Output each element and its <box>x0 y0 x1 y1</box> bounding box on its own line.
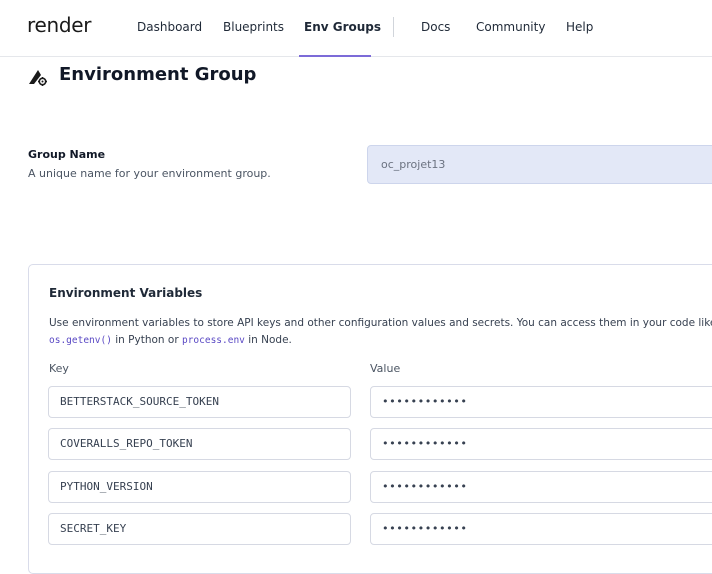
env-value-input[interactable]: •••••••••••• <box>370 428 712 460</box>
active-tab-indicator <box>299 55 371 57</box>
code-os-getenv: os.getenv() <box>49 335 112 346</box>
env-value-input[interactable]: •••••••••••• <box>370 471 712 503</box>
env-group-icon <box>29 70 47 86</box>
value-column-header: Value <box>370 362 401 375</box>
env-vars-title: Environment Variables <box>49 286 203 300</box>
group-name-label: Group Name <box>28 148 106 161</box>
code-process-env: process.env <box>181 335 245 346</box>
env-var-row: COVERALLS_REPO_TOKEN •••••••••••• <box>29 428 712 460</box>
key-column-header: Key <box>49 362 69 375</box>
nav-help[interactable]: Help <box>566 20 593 34</box>
env-vars-description-line2: os.getenv() in Python or process.env in … <box>49 332 712 349</box>
env-vars-description-line1: Use environment variables to store API k… <box>49 317 712 329</box>
env-key-input[interactable]: COVERALLS_REPO_TOKEN <box>48 428 351 460</box>
nav-blueprints[interactable]: Blueprints <box>223 20 284 34</box>
env-var-row: SECRET_KEY •••••••••••• <box>29 513 712 545</box>
nav-divider <box>393 17 394 37</box>
env-value-input[interactable]: •••••••••••• <box>370 513 712 545</box>
env-key-input[interactable]: PYTHON_VERSION <box>48 471 351 503</box>
env-vars-description: Use environment variables to store API k… <box>49 315 712 349</box>
top-navigation: render Dashboard Blueprints Env Groups D… <box>0 0 712 57</box>
nav-env-groups[interactable]: Env Groups <box>304 20 381 34</box>
env-key-input[interactable]: BETTERSTACK_SOURCE_TOKEN <box>48 386 351 418</box>
desc-text-end: in Node. <box>244 334 292 346</box>
env-var-row: PYTHON_VERSION •••••••••••• <box>29 471 712 503</box>
group-name-description: A unique name for your environment group… <box>28 167 271 180</box>
desc-text: in Python or <box>111 334 182 346</box>
nav-community[interactable]: Community <box>476 20 545 34</box>
nav-dashboard[interactable]: Dashboard <box>137 20 202 34</box>
page-title: Environment Group <box>59 64 257 85</box>
environment-variables-card: Environment Variables Use environment va… <box>28 264 712 574</box>
group-name-input[interactable]: oc_projet13 <box>367 145 712 184</box>
env-key-input[interactable]: SECRET_KEY <box>48 513 351 545</box>
nav-docs[interactable]: Docs <box>421 20 450 34</box>
env-var-row: BETTERSTACK_SOURCE_TOKEN •••••••••••• <box>29 386 712 418</box>
render-logo[interactable]: render <box>27 13 91 37</box>
env-value-input[interactable]: •••••••••••• <box>370 386 712 418</box>
